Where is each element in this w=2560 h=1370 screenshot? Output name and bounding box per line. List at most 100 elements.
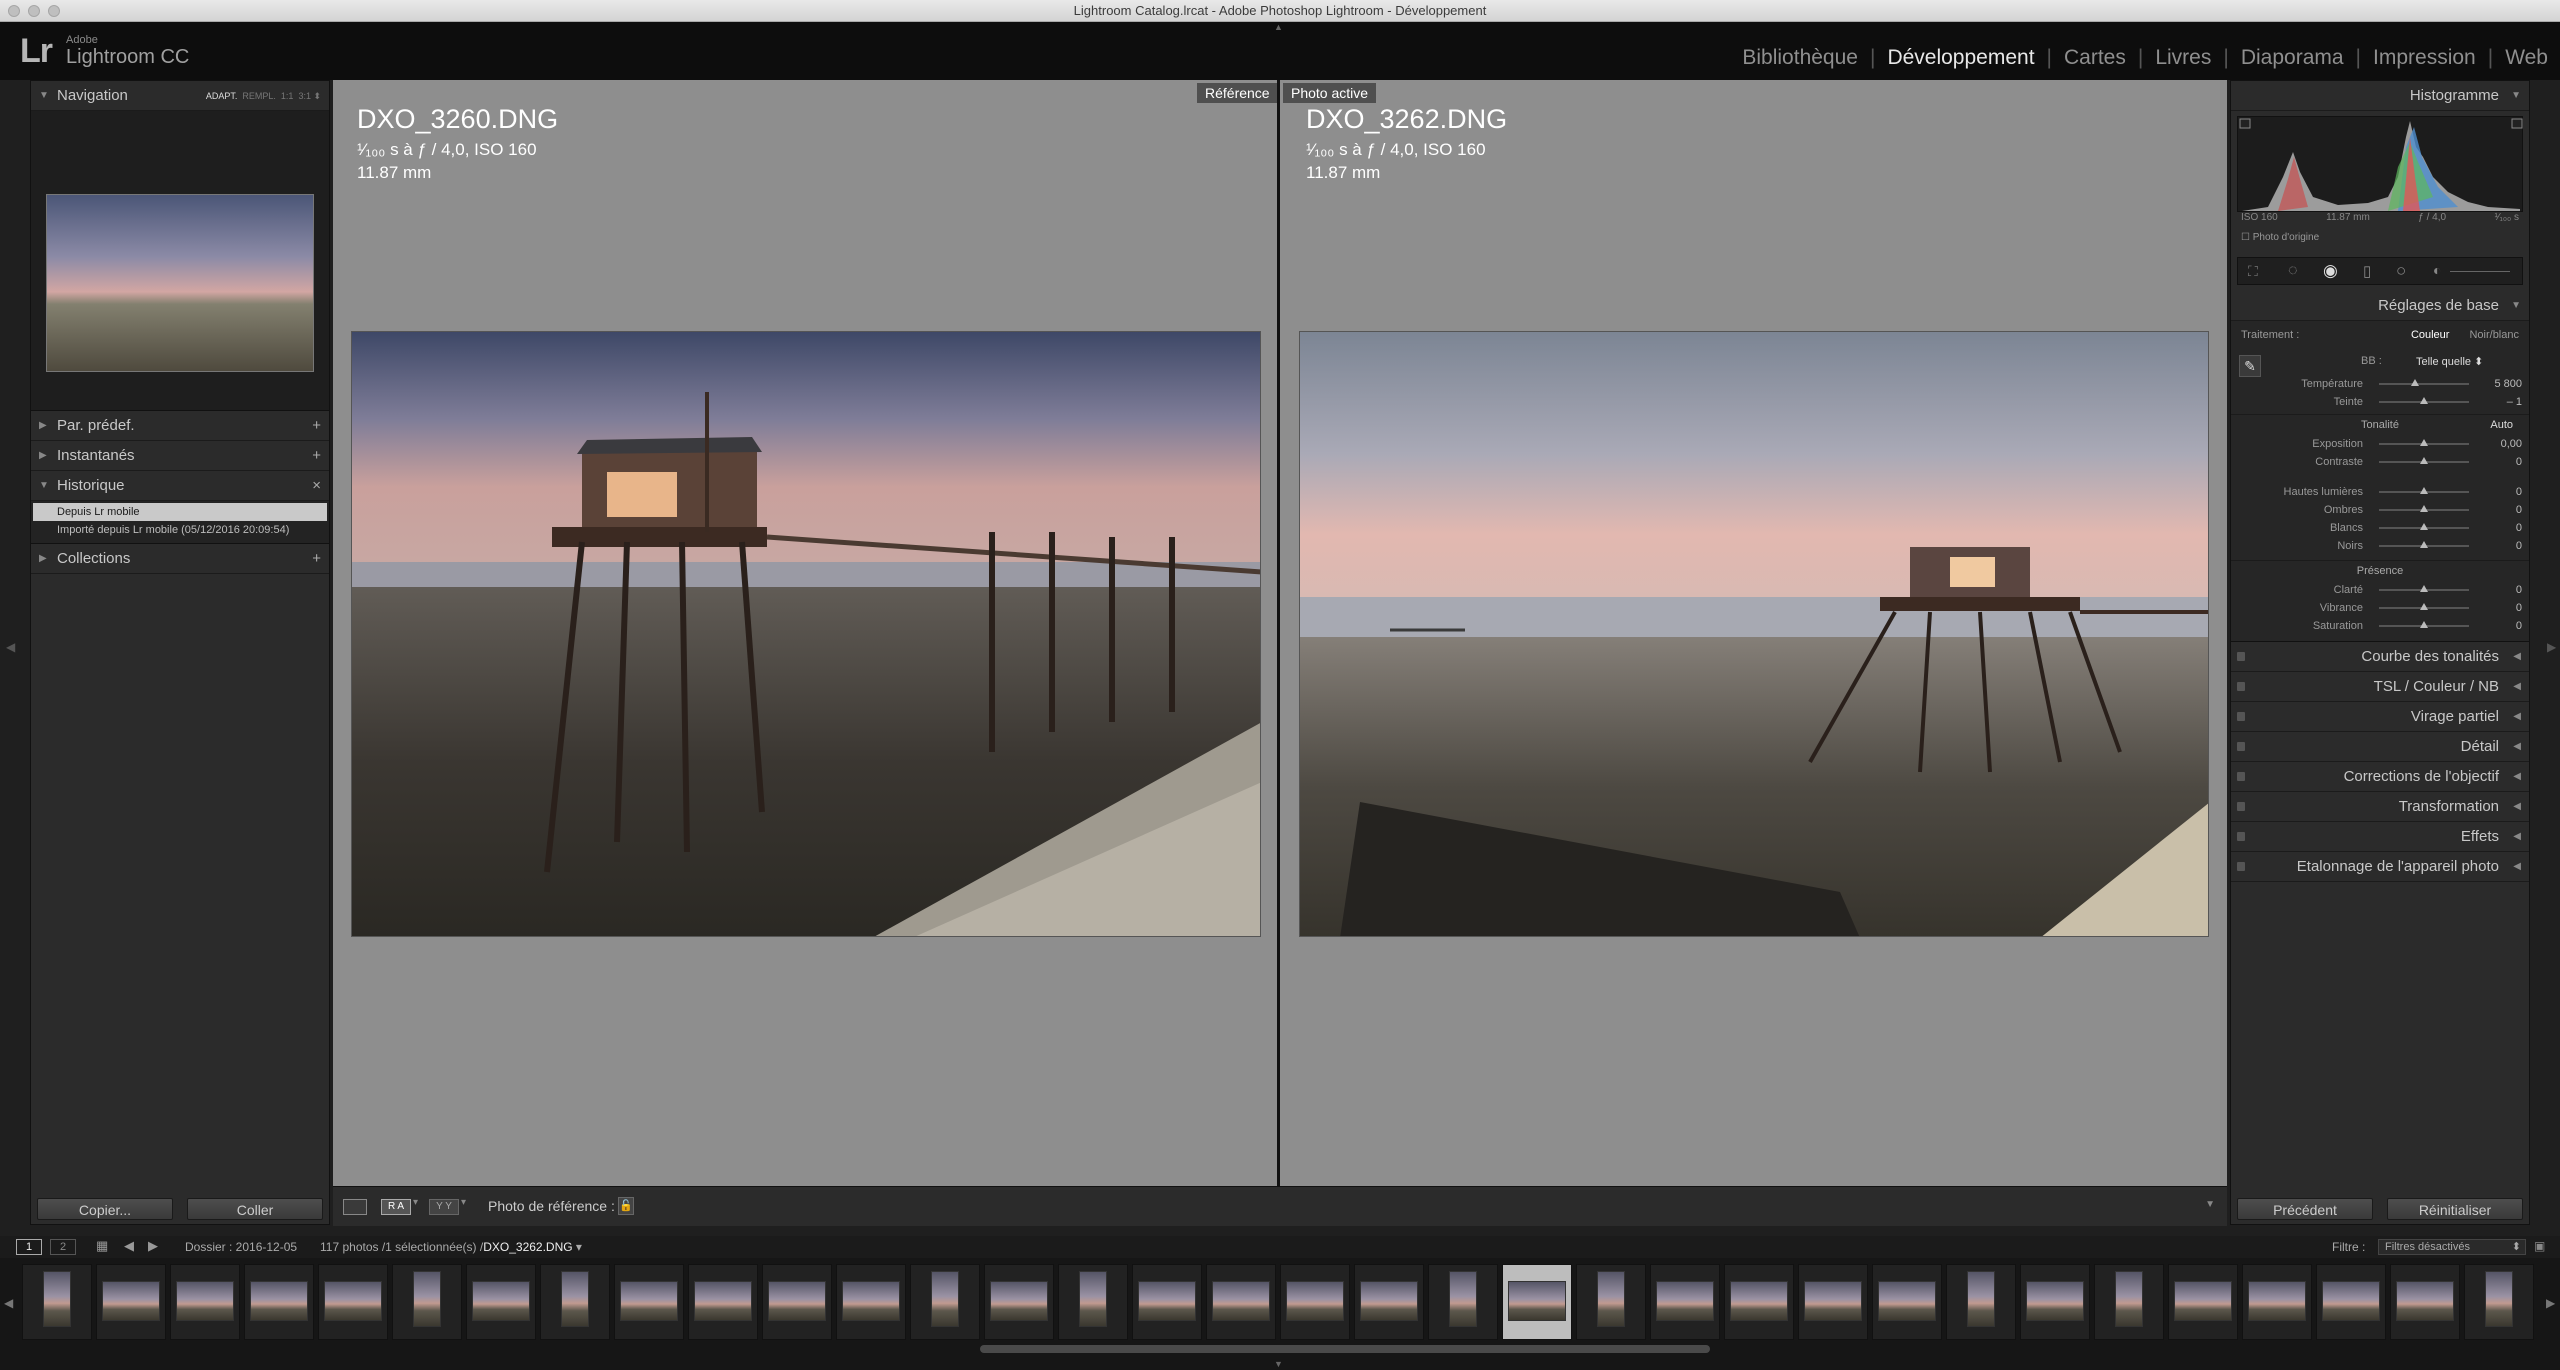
paste-button[interactable]: Coller: [187, 1198, 323, 1220]
filmstrip-cell[interactable]: [2316, 1264, 2386, 1340]
filmstrip-thumbnail[interactable]: [250, 1281, 308, 1321]
slider-value[interactable]: 0: [2477, 620, 2522, 632]
slider-row[interactable]: Saturation 0: [2231, 617, 2529, 635]
navigator-thumbnail[interactable]: [46, 194, 314, 372]
slider-knob[interactable]: [2411, 379, 2419, 386]
filmstrip-cell[interactable]: [614, 1264, 684, 1340]
module-livres[interactable]: Livres: [2143, 46, 2223, 70]
filmstrip-cell[interactable]: [318, 1264, 388, 1340]
slider-track[interactable]: [2379, 585, 2469, 592]
loupe-view-icon[interactable]: [343, 1199, 367, 1215]
add-preset-icon[interactable]: +: [312, 411, 321, 441]
filmstrip-cell[interactable]: [22, 1264, 92, 1340]
panel-switch-icon[interactable]: [2237, 772, 2245, 781]
navigator-preview[interactable]: [31, 111, 329, 411]
slider-value[interactable]: – 1: [2477, 396, 2522, 408]
slider-value[interactable]: 0: [2477, 456, 2522, 468]
filmstrip-cell[interactable]: [2242, 1264, 2312, 1340]
slider-knob[interactable]: [2420, 603, 2428, 610]
copy-button[interactable]: Copier...: [37, 1198, 173, 1220]
active-photo[interactable]: [1299, 331, 2209, 937]
filter-lock-icon[interactable]: ▣: [2534, 1239, 2545, 1253]
filmstrip-cell[interactable]: [910, 1264, 980, 1340]
grid-view-icon[interactable]: ▦: [96, 1238, 108, 1254]
filmstrip-cell[interactable]: [170, 1264, 240, 1340]
panel-section-header[interactable]: Détail ◀: [2231, 732, 2529, 762]
navigator-zoom-options[interactable]: ADAPT. REMPL. 1:1 3:1 ⬍: [206, 81, 321, 111]
slider-track[interactable]: [2379, 457, 2469, 464]
wb-select[interactable]: Telle quelle ⬍: [2416, 355, 2483, 368]
top-panel-collapse-icon[interactable]: ▲: [1274, 22, 1283, 32]
adjustment-brush-icon[interactable]: ◐: [2433, 262, 2441, 278]
filmstrip-thumbnail[interactable]: [1138, 1281, 1196, 1321]
module-cartes[interactable]: Cartes: [2052, 46, 2138, 70]
brush-slider[interactable]: [2450, 271, 2510, 272]
panel-switch-icon[interactable]: [2237, 832, 2245, 841]
filmstrip-thumbnail[interactable]: [1597, 1271, 1625, 1327]
snapshots-header[interactable]: ▶ Instantanés +: [31, 441, 329, 471]
filmstrip-cell[interactable]: [96, 1264, 166, 1340]
slider-knob[interactable]: [2420, 585, 2428, 592]
collections-header[interactable]: ▶ Collections +: [31, 544, 329, 574]
filmstrip-cell[interactable]: [1724, 1264, 1794, 1340]
slider-knob[interactable]: [2420, 457, 2428, 464]
filmstrip-thumbnail[interactable]: [1967, 1271, 1995, 1327]
slider-track[interactable]: [2379, 487, 2469, 494]
filmstrip-thumbnail[interactable]: [413, 1271, 441, 1327]
slider-track[interactable]: [2379, 603, 2469, 610]
filmstrip-thumbnail[interactable]: [2485, 1271, 2513, 1327]
clear-history-icon[interactable]: ×: [312, 471, 321, 501]
color-treatment-button[interactable]: Couleur: [2411, 329, 2450, 341]
secondary-screen-button[interactable]: 2: [50, 1239, 76, 1255]
filmstrip-thumbnail[interactable]: [842, 1281, 900, 1321]
filmstrip-cell[interactable]: [1872, 1264, 1942, 1340]
slider-row[interactable]: Teinte – 1: [2231, 393, 2529, 411]
history-item[interactable]: Depuis Lr mobile: [33, 503, 327, 521]
panel-section-header[interactable]: Etalonnage de l'appareil photo ◀: [2231, 852, 2529, 882]
slider-knob[interactable]: [2420, 621, 2428, 628]
panel-section-header[interactable]: Courbe des tonalités ◀: [2231, 642, 2529, 672]
crop-tool-icon[interactable]: ⛶: [2248, 263, 2258, 280]
panel-switch-icon[interactable]: [2237, 682, 2245, 691]
filmstrip-cell[interactable]: [1058, 1264, 1128, 1340]
module-impression[interactable]: Impression: [2361, 46, 2488, 70]
slider-value[interactable]: 0,00: [2477, 438, 2522, 450]
filmstrip-thumbnail[interactable]: [1212, 1281, 1270, 1321]
slider-track[interactable]: [2379, 379, 2469, 386]
slider-track[interactable]: [2379, 397, 2469, 404]
histogram[interactable]: [2237, 116, 2523, 212]
slider-value[interactable]: 0: [2477, 522, 2522, 534]
slider-value[interactable]: 0: [2477, 602, 2522, 614]
module-bibliotheque[interactable]: Bibliothèque: [1730, 46, 1870, 70]
module-diaporama[interactable]: Diaporama: [2229, 46, 2356, 70]
module-web[interactable]: Web: [2493, 46, 2560, 70]
filmstrip-thumbnail[interactable]: [1508, 1281, 1566, 1321]
slider-row[interactable]: Ombres 0: [2231, 501, 2529, 519]
filmstrip-thumbnail[interactable]: [1079, 1271, 1107, 1327]
filmstrip-thumbnail[interactable]: [472, 1281, 530, 1321]
filmstrip-thumbnail[interactable]: [2248, 1281, 2306, 1321]
panel-section-header[interactable]: Effets ◀: [2231, 822, 2529, 852]
toolbar-options-icon[interactable]: ▼: [2205, 1199, 2215, 1210]
filmstrip-thumbnail[interactable]: [2396, 1281, 2454, 1321]
filmstrip-cell[interactable]: [984, 1264, 1054, 1340]
slider-track[interactable]: [2379, 621, 2469, 628]
previous-button[interactable]: Précédent: [2237, 1198, 2373, 1220]
slider-value[interactable]: 0: [2477, 486, 2522, 498]
filmstrip-cell[interactable]: [540, 1264, 610, 1340]
history-header[interactable]: ▼ Historique ×: [31, 471, 329, 501]
slider-value[interactable]: 5 800: [2477, 378, 2522, 390]
slider-value[interactable]: 0: [2477, 504, 2522, 516]
panel-section-header[interactable]: TSL / Couleur / NB ◀: [2231, 672, 2529, 702]
slider-row[interactable]: Blancs 0: [2231, 519, 2529, 537]
slider-knob[interactable]: [2420, 541, 2428, 548]
slider-knob[interactable]: [2420, 487, 2428, 494]
histogram-header[interactable]: Histogramme ▼: [2231, 81, 2529, 111]
panel-switch-icon[interactable]: [2237, 652, 2245, 661]
reference-photo[interactable]: [351, 331, 1261, 937]
filmstrip-thumbnail[interactable]: [1449, 1271, 1477, 1327]
navigator-header[interactable]: ▼ Navigation ADAPT. REMPL. 1:1 3:1 ⬍: [31, 81, 329, 111]
filter-select[interactable]: Filtres désactivés ⬍: [2378, 1239, 2526, 1255]
filmstrip-cell[interactable]: [1354, 1264, 1424, 1340]
filmstrip-thumbnail[interactable]: [176, 1281, 234, 1321]
